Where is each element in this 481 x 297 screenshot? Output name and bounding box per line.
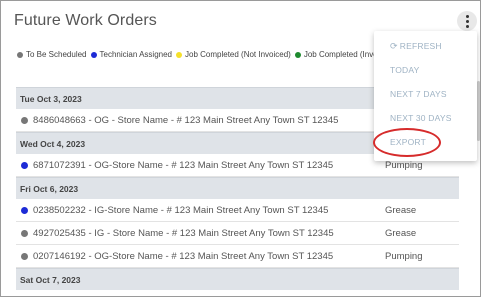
work-order-text: 4927025435 - IG - Store Name - # 123 Mai… <box>33 228 334 239</box>
green-dot-icon <box>294 51 301 58</box>
status-dot-icon <box>21 253 28 260</box>
status-legend: To Be Scheduled Technician Assigned Job … <box>17 50 396 59</box>
menu-item-label: NEXT 7 DAYS <box>390 89 447 99</box>
legend-label: Technician Assigned <box>99 50 173 59</box>
work-order-text: 0238502232 - IG-Store Name - # 123 Main … <box>33 205 329 216</box>
kebab-dot <box>465 24 469 28</box>
work-order-type: Grease <box>385 228 417 239</box>
legend-item-to-be-scheduled: To Be Scheduled <box>17 50 87 59</box>
status-dot-icon <box>21 207 28 214</box>
legend-item-job-completed-not-invoiced: Job Completed (Not Invoiced) <box>176 50 291 59</box>
legend-item-technician-assigned: Technician Assigned <box>90 50 173 59</box>
work-order-row[interactable]: 0238502232 - IG-Store Name - # 123 Main … <box>16 199 459 222</box>
gray-dot-icon <box>17 51 23 58</box>
refresh-icon: ⟳ <box>390 40 398 51</box>
status-dot-icon <box>21 117 28 124</box>
date-header: Sat Oct 7, 2023 <box>16 268 459 290</box>
work-order-type: Grease <box>385 205 417 216</box>
scrollbar-thumb[interactable] <box>477 81 480 141</box>
scrollbar[interactable] <box>477 41 480 291</box>
menu-item-refresh[interactable]: ⟳ REFRESH <box>374 34 477 58</box>
menu-item-next-7-days[interactable]: NEXT 7 DAYS <box>374 82 477 106</box>
kebab-dot <box>465 19 469 23</box>
menu-item-label: NEXT 30 DAYS <box>390 113 452 123</box>
export-highlight-annotation <box>373 128 441 157</box>
yellow-dot-icon <box>176 51 182 58</box>
blue-dot-icon <box>90 51 97 58</box>
menu-item-label: TODAY <box>390 65 420 75</box>
work-order-row[interactable]: 0207146192 - OG-Store Name - # 123 Main … <box>16 245 459 268</box>
legend-label: To Be Scheduled <box>26 50 87 59</box>
legend-label: Job Completed (Not Invoiced) <box>185 50 291 59</box>
work-order-text: 0207146192 - OG-Store Name - # 123 Main … <box>33 251 334 262</box>
work-order-text: 8486048663 - OG - Store Name - # 123 Mai… <box>33 115 339 126</box>
menu-item-today[interactable]: TODAY <box>374 58 477 82</box>
menu-item-next-30-days[interactable]: NEXT 30 DAYS <box>374 106 477 130</box>
kebab-dot <box>465 14 469 18</box>
status-dot-icon <box>21 162 28 169</box>
work-order-type: Pumping <box>385 251 423 262</box>
status-dot-icon <box>21 230 28 237</box>
work-order-text: 6871072391 - OG-Store Name - # 123 Main … <box>33 160 334 171</box>
date-header: Fri Oct 6, 2023 <box>16 177 459 199</box>
page-title: Future Work Orders <box>14 12 157 29</box>
work-order-row[interactable]: 4927025435 - IG - Store Name - # 123 Mai… <box>16 222 459 245</box>
kebab-menu-icon[interactable] <box>457 11 477 31</box>
work-orders-panel: Future Work Orders To Be Scheduled Techn… <box>0 0 481 297</box>
menu-item-label: REFRESH <box>399 41 442 51</box>
